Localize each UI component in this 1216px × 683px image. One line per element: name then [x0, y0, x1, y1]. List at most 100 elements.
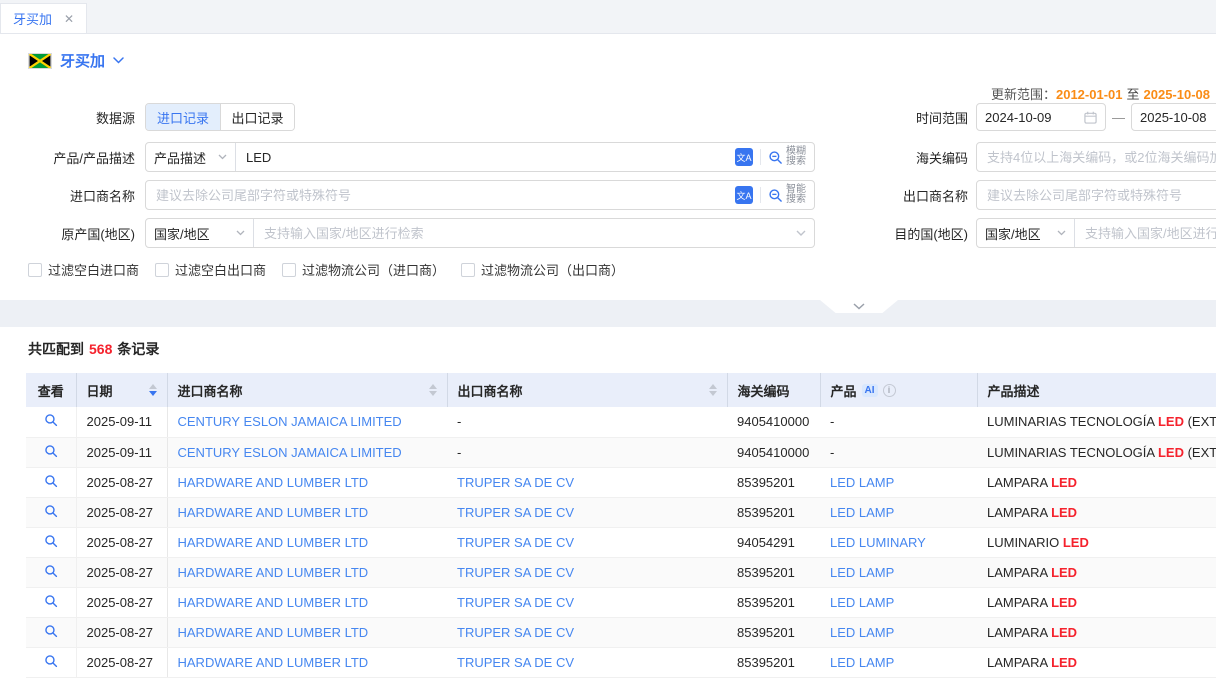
- desc-highlight: LED: [1158, 445, 1184, 460]
- row-exporter-link[interactable]: TRUPER SA DE CV: [457, 625, 574, 640]
- view-record-button[interactable]: [44, 564, 58, 578]
- row-product-link[interactable]: LED LAMP: [830, 595, 894, 610]
- close-icon[interactable]: ✕: [64, 13, 74, 25]
- view-record-button[interactable]: [44, 624, 58, 638]
- destination-input[interactable]: [1075, 219, 1216, 247]
- checkbox-filter-logistics-importer[interactable]: 过滤物流公司（进口商）: [282, 260, 445, 279]
- checkbox-filter-logistics-exporter[interactable]: 过滤物流公司（出口商）: [461, 260, 624, 279]
- view-record-button[interactable]: [44, 654, 58, 668]
- desc-pre: LAMPARA: [987, 595, 1051, 610]
- checkbox-label: 过滤物流公司（出口商）: [481, 260, 624, 279]
- sort-date-icon[interactable]: [149, 384, 157, 396]
- desc-pre: LUMINARIAS TECNOLOGÍA: [987, 414, 1158, 429]
- row-product-link[interactable]: LED LAMP: [830, 625, 894, 640]
- row-description: LAMPARA LED: [977, 467, 1216, 497]
- row-exporter-link[interactable]: TRUPER SA DE CV: [457, 655, 574, 670]
- destination-type-select[interactable]: 国家/地区: [977, 219, 1075, 247]
- checkbox-icon[interactable]: [461, 263, 475, 277]
- sort-importer-icon[interactable]: [429, 384, 437, 396]
- row-exporter-link[interactable]: TRUPER SA DE CV: [457, 535, 574, 550]
- row-product-link[interactable]: LED LAMP: [830, 565, 894, 580]
- date-start-input[interactable]: [985, 110, 1078, 125]
- row-exporter-link[interactable]: TRUPER SA DE CV: [457, 505, 574, 520]
- desc-highlight: LED: [1051, 595, 1077, 610]
- row-hs-code: 9405410000: [727, 437, 820, 467]
- origin-label: 原产国(地区): [0, 224, 135, 243]
- desc-pre: LAMPARA: [987, 505, 1051, 520]
- row-product-link[interactable]: LED LAMP: [830, 505, 894, 520]
- row-importer-link[interactable]: CENTURY ESLON JAMAICA LIMITED: [178, 445, 402, 460]
- data-source-label: 数据源: [0, 108, 135, 127]
- product-type-select[interactable]: 产品描述: [146, 143, 236, 171]
- filter-checkbox-row: 过滤空白进口商 过滤空白出口商 过滤物流公司（进口商） 过滤物流公司（出口商）: [28, 260, 624, 279]
- view-record-button[interactable]: [44, 594, 58, 608]
- fuzzy-search-button[interactable]: 模糊搜索: [768, 147, 806, 167]
- view-record-button[interactable]: [44, 413, 58, 427]
- row-description: LAMPARA LED: [977, 497, 1216, 527]
- view-record-button[interactable]: [44, 534, 58, 548]
- row-importer-link[interactable]: HARDWARE AND LUMBER LTD: [178, 535, 369, 550]
- row-product-link[interactable]: LED LAMP: [830, 475, 894, 490]
- row-importer-link[interactable]: HARDWARE AND LUMBER LTD: [178, 505, 369, 520]
- date-end-input[interactable]: [1140, 110, 1216, 125]
- checkbox-icon[interactable]: [28, 263, 42, 277]
- row-importer-link[interactable]: CENTURY ESLON JAMAICA LIMITED: [178, 414, 402, 429]
- translate-icon[interactable]: 文A: [735, 148, 753, 166]
- row-exporter-link[interactable]: TRUPER SA DE CV: [457, 475, 574, 490]
- row-exporter-link[interactable]: TRUPER SA DE CV: [457, 565, 574, 580]
- smart-search-button[interactable]: 智能搜索: [768, 185, 806, 205]
- desc-highlight: LED: [1051, 475, 1077, 490]
- origin-type-select[interactable]: 国家/地区: [146, 219, 254, 247]
- table-row: 2025-08-27 HARDWARE AND LUMBER LTD TRUPE…: [26, 617, 1216, 647]
- date-end-field[interactable]: [1131, 103, 1216, 131]
- country-selector[interactable]: 牙买加: [28, 50, 124, 71]
- toggle-import-records[interactable]: 进口记录: [146, 104, 220, 130]
- col-importer[interactable]: 进口商名称: [167, 373, 447, 407]
- row-importer-link[interactable]: HARDWARE AND LUMBER LTD: [178, 565, 369, 580]
- row-importer-link[interactable]: HARDWARE AND LUMBER LTD: [178, 655, 369, 670]
- desc-highlight: LED: [1051, 505, 1077, 520]
- info-icon[interactable]: i: [883, 384, 896, 397]
- checkbox-icon[interactable]: [282, 263, 296, 277]
- exporter-field: [976, 180, 1216, 210]
- hs-code-input[interactable]: [977, 143, 1216, 171]
- translate-icon[interactable]: 文A: [735, 186, 753, 204]
- exporter-input[interactable]: [977, 181, 1216, 209]
- table-row: 2025-08-27 HARDWARE AND LUMBER LTD TRUPE…: [26, 587, 1216, 617]
- date-start-field[interactable]: [976, 103, 1106, 131]
- row-description: LAMPARA LED: [977, 647, 1216, 677]
- col-product: 产品AIi: [820, 373, 977, 407]
- sort-exporter-icon[interactable]: [709, 384, 717, 396]
- importer-input[interactable]: [146, 181, 735, 209]
- col-date[interactable]: 日期: [76, 373, 167, 407]
- desc-pre: LUMINARIO: [987, 535, 1063, 550]
- row-importer-link[interactable]: HARDWARE AND LUMBER LTD: [178, 475, 369, 490]
- zoom-search-icon: [768, 150, 783, 165]
- divider: [760, 149, 761, 165]
- row-product-link[interactable]: LED LAMP: [830, 655, 894, 670]
- col-description: 产品描述: [977, 373, 1216, 407]
- tab-jamaica[interactable]: 牙买加 ✕: [0, 3, 87, 33]
- view-record-button[interactable]: [44, 444, 58, 458]
- checkbox-icon[interactable]: [155, 263, 169, 277]
- row-importer-link[interactable]: HARDWARE AND LUMBER LTD: [178, 625, 369, 640]
- data-source-toggle: 进口记录 出口记录: [145, 103, 295, 131]
- row-product-link[interactable]: LED LUMINARY: [830, 535, 926, 550]
- row-exporter-link[interactable]: TRUPER SA DE CV: [457, 595, 574, 610]
- toggle-export-records[interactable]: 出口记录: [220, 104, 294, 130]
- checkbox-filter-blank-importer[interactable]: 过滤空白进口商: [28, 260, 139, 279]
- panel-gap: [0, 300, 1216, 327]
- desc-highlight: LED: [1051, 625, 1077, 640]
- view-record-button[interactable]: [44, 474, 58, 488]
- col-exporter[interactable]: 出口商名称: [447, 373, 727, 407]
- origin-input[interactable]: [254, 219, 796, 247]
- product-search-input[interactable]: [236, 143, 735, 171]
- row-importer-link[interactable]: HARDWARE AND LUMBER LTD: [178, 595, 369, 610]
- chevron-down-icon[interactable]: [796, 230, 806, 237]
- col-hs-code: 海关编码: [727, 373, 820, 407]
- collapse-filters-handle[interactable]: [820, 300, 898, 313]
- desc-pre: LAMPARA: [987, 655, 1051, 670]
- checkbox-filter-blank-exporter[interactable]: 过滤空白出口商: [155, 260, 266, 279]
- desc-highlight: LED: [1051, 655, 1077, 670]
- view-record-button[interactable]: [44, 504, 58, 518]
